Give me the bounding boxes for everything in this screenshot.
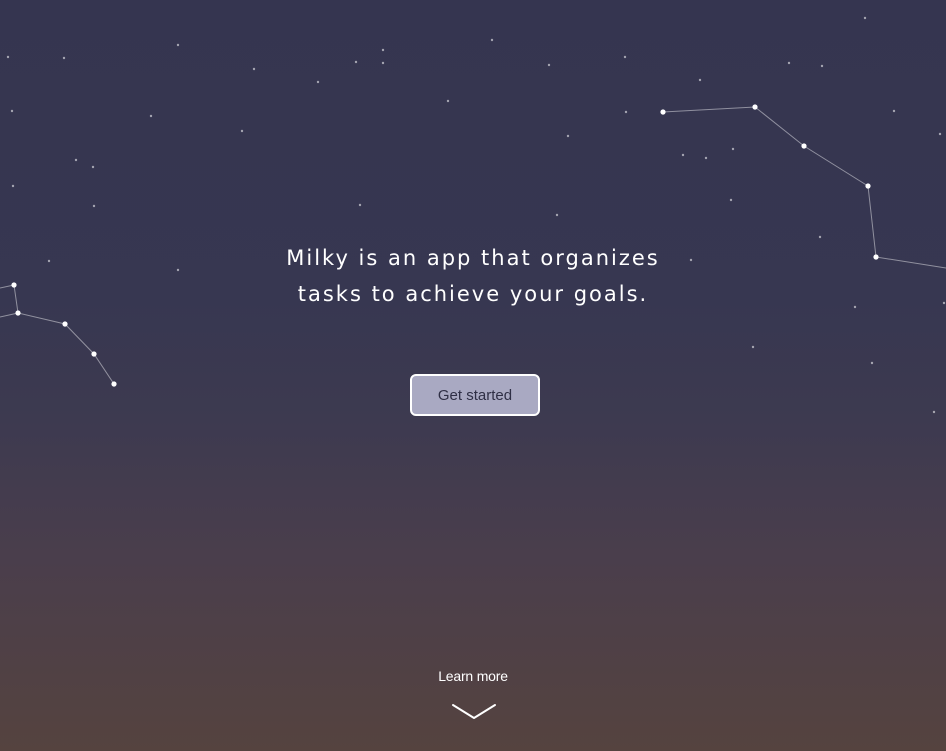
hero-section: Milky is an app that organizes tasks to … <box>0 0 946 751</box>
background-stars <box>6 16 946 414</box>
chevron-down-icon[interactable] <box>451 702 497 722</box>
tagline-line-1: Milky is an app that organizes <box>286 246 660 270</box>
tagline-line-2: tasks to achieve your goals. <box>297 282 649 306</box>
get-started-button[interactable]: Get started <box>410 374 540 416</box>
hero-tagline: Milky is an app that organizes tasks to … <box>0 240 946 312</box>
learn-more-label: Learn more <box>438 668 508 684</box>
learn-more-link[interactable]: Learn more <box>0 666 946 686</box>
